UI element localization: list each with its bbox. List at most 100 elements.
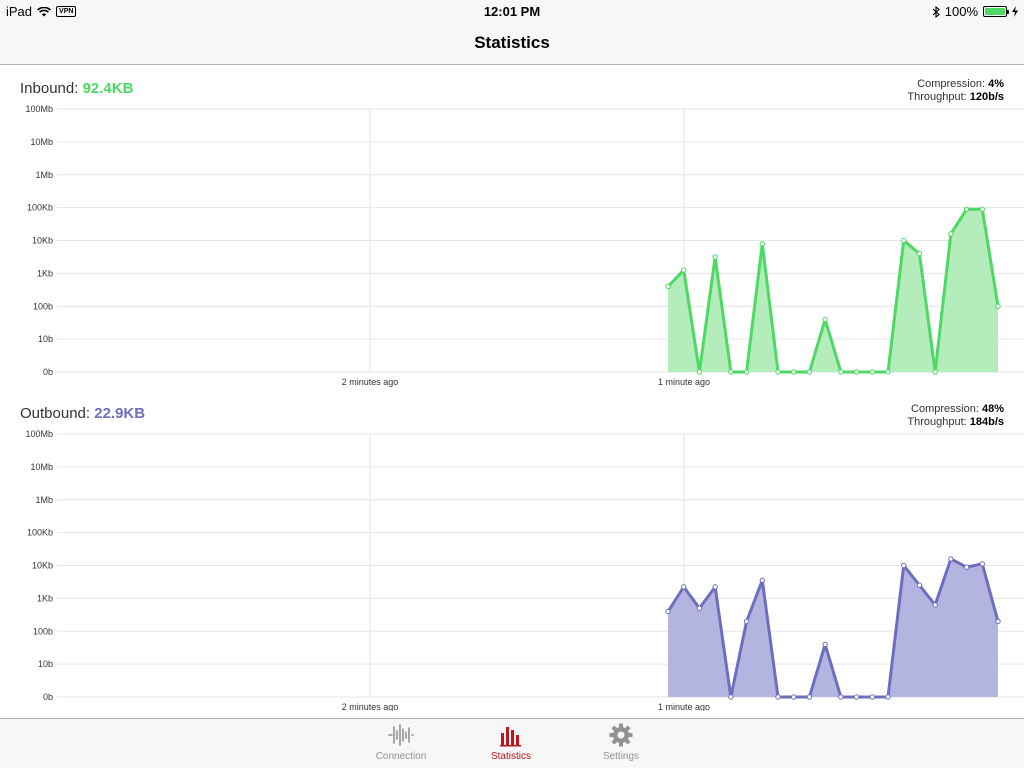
inbound-point (948, 231, 954, 237)
battery-percent: 100% (944, 4, 978, 19)
inbound-point (681, 267, 687, 273)
outbound-y-tick: 1Mb (35, 495, 53, 505)
outbound-compression-label: Compression: (911, 403, 979, 415)
inbound-y-tick: 10Mb (30, 137, 53, 147)
outbound-point (853, 694, 860, 700)
outbound-point (775, 694, 781, 700)
outbound-point (979, 561, 985, 567)
inbound-y-tick: 100Kb (27, 203, 53, 213)
inbound-y-tick: 1Mb (35, 170, 53, 180)
inbound-x-tick: 2 minutes ago (342, 377, 399, 387)
inbound-point (995, 303, 1001, 309)
outbound-throughput-label: Throughput: (907, 416, 967, 428)
inbound-point (759, 241, 765, 247)
status-bar: iPad VPN 12:01 PM 100% (0, 0, 1024, 22)
tab-bar: Connection Statistics Settings (0, 718, 1024, 768)
inbound-y-tick: 10Kb (32, 236, 53, 246)
outbound-throughput: 184b/s (969, 416, 1004, 428)
inbound-total: 92.4KB (82, 80, 134, 97)
outbound-point (728, 694, 734, 700)
inbound-point (963, 206, 970, 212)
outbound-y-tick: 10Mb (30, 462, 53, 472)
tab-label: Statistics (490, 751, 531, 762)
outbound-point (932, 602, 938, 608)
outbound-point (665, 608, 671, 615)
outbound-y-tick: 10b (38, 659, 53, 669)
outbound-x-tick: 1 minute ago (658, 702, 710, 711)
bar-chart-icon (500, 727, 521, 747)
inbound-point (901, 237, 907, 244)
inbound-point (853, 369, 860, 375)
inbound-point (728, 369, 734, 375)
inbound-point (869, 369, 875, 375)
outbound-point (995, 618, 1001, 625)
inbound-point (838, 369, 844, 375)
tab-connection[interactable]: Connection (361, 723, 441, 762)
tab-settings[interactable]: Settings (581, 723, 661, 762)
inbound-point (712, 254, 718, 260)
charging-icon (1012, 6, 1018, 17)
inbound-point (979, 206, 985, 212)
inbound-compression-label: Compression: (917, 78, 986, 90)
outbound-chart: 0b 10b 100b 1Kb 10Kb 100Kb 1Mb 10Mb 100Mb 2 minut… (25, 429, 1024, 711)
outbound-label: Outbound: (20, 405, 91, 422)
outbound-point (681, 584, 687, 590)
outbound-point (869, 694, 875, 700)
inbound-point (665, 283, 671, 290)
tab-label: Settings (602, 751, 640, 762)
inbound-point (791, 369, 797, 375)
inbound-throughput: 120b/s (969, 91, 1004, 103)
inbound-y-tick: 1Kb (37, 268, 53, 278)
outbound-point (885, 694, 891, 700)
page-title: Statistics (474, 33, 550, 52)
inbound-y-tick: 100b (33, 301, 53, 311)
outbound-y-tick: 100Kb (27, 528, 53, 538)
outbound-point (743, 618, 750, 625)
inbound-y-tick: 100Mb (25, 104, 53, 114)
outbound-point (963, 564, 970, 570)
inbound-point (696, 369, 703, 375)
inbound-point (932, 369, 938, 375)
inbound-point (775, 369, 781, 375)
inbound-point (822, 316, 828, 323)
outbound-stats: Compression: 48% Throughput: 184b/s (907, 403, 1004, 429)
inbound-stats: Compression: 4% Throughput: 120b/s (907, 78, 1004, 104)
inbound-point (743, 369, 750, 375)
inbound-heading: Inbound: 92.4KB (20, 80, 133, 97)
outbound-y-tick: 100b (33, 626, 53, 636)
outbound-point (901, 562, 907, 569)
tab-label: Connection (375, 751, 427, 762)
outbound-y-tick: 10Kb (32, 561, 53, 571)
outbound-chart-panel: 0b 10b 100b 1Kb 10Kb 100Kb 1Mb 10Mb 100Mb 2 minut… (0, 391, 1024, 711)
inbound-throughput-label: Throughput: (907, 91, 967, 103)
tab-statistics[interactable]: Statistics (471, 723, 551, 762)
outbound-point (916, 582, 923, 588)
navigation-bar: Statistics (0, 22, 1024, 65)
outbound-point (759, 577, 765, 583)
gear-icon (609, 723, 633, 747)
outbound-point (791, 694, 797, 700)
outbound-point (822, 641, 828, 648)
inbound-point (885, 369, 891, 375)
inbound-chart-panel: 0b 10b 100b 1Kb 10Kb 100Kb 1Mb 10Mb 100Mb 2 minut… (0, 66, 1024, 391)
battery-icon (983, 6, 1009, 17)
outbound-y-tick: 1Kb (37, 593, 53, 603)
outbound-point (948, 556, 954, 562)
inbound-y-tick: 10b (38, 334, 53, 344)
inbound-y-tick: 0b (43, 367, 53, 377)
waveform-icon (388, 724, 414, 746)
inbound-label: Inbound: (20, 80, 79, 97)
inbound-compression: 4% (988, 78, 1004, 90)
outbound-heading: Outbound: 22.9KB (20, 405, 145, 422)
outbound-point (806, 694, 813, 700)
outbound-point (838, 694, 844, 700)
inbound-point (916, 250, 923, 257)
inbound-chart: 0b 10b 100b 1Kb 10Kb 100Kb 1Mb 10Mb 100Mb 2 minut… (25, 104, 1024, 387)
outbound-compression: 48% (981, 403, 1004, 415)
bluetooth-icon (932, 5, 940, 18)
outbound-point (712, 584, 718, 590)
status-time: 12:01 PM (483, 4, 541, 19)
outbound-x-tick: 2 minutes ago (342, 702, 399, 711)
outbound-point (696, 605, 703, 611)
outbound-y-tick: 100Mb (25, 429, 53, 439)
